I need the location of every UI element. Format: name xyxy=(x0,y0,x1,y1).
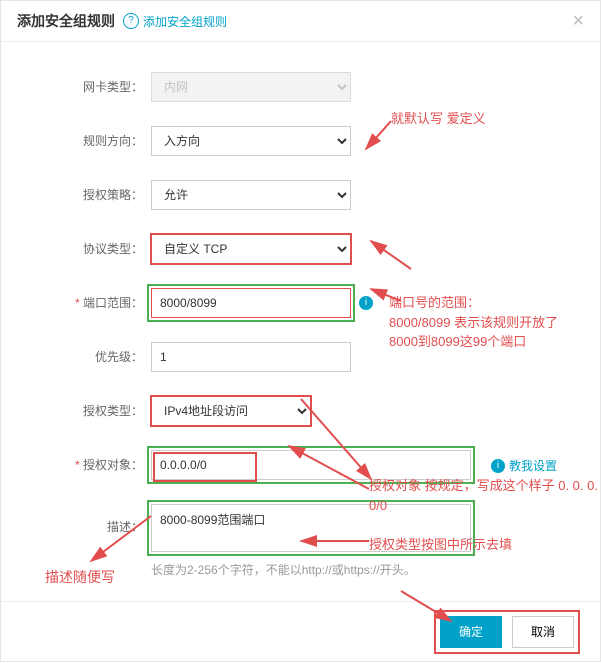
label-priority: 优先级： xyxy=(25,342,151,365)
info-icon: i xyxy=(491,459,505,473)
form: 网卡类型： 内网 规则方向： 入方向 授权策略： 允许 xyxy=(1,42,600,578)
select-policy[interactable]: 允许 xyxy=(151,180,351,210)
row-auth-target: 授权对象： i 教我设置 xyxy=(25,450,576,480)
label-auth-type: 授权类型： xyxy=(25,396,151,419)
row-nic-type: 网卡类型： 内网 xyxy=(25,72,576,102)
footer-highlight: 确定 取消 xyxy=(434,610,580,654)
label-policy: 授权策略： xyxy=(25,180,151,203)
row-protocol: 协议类型： 自定义 TCP xyxy=(25,234,576,264)
close-icon[interactable]: × xyxy=(572,11,584,31)
modal-header: 添加安全组规则 ? 添加安全组规则 × xyxy=(1,1,600,42)
textarea-description[interactable]: 8000-8099范围端口 xyxy=(151,504,471,552)
select-direction[interactable]: 入方向 xyxy=(151,126,351,156)
row-priority: 优先级： xyxy=(25,342,576,372)
input-port-range[interactable] xyxy=(151,288,351,318)
label-auth-target: 授权对象： xyxy=(25,450,151,473)
row-policy: 授权策略： 允许 xyxy=(25,180,576,210)
row-auth-type: 授权类型： IPv4地址段访问 xyxy=(25,396,576,426)
label-port-range: 端口范围： xyxy=(25,288,151,311)
label-direction: 规则方向： xyxy=(25,126,151,149)
label-description: 描述： xyxy=(25,504,151,535)
row-direction: 规则方向： 入方向 xyxy=(25,126,576,156)
ok-button[interactable]: 确定 xyxy=(440,616,502,648)
row-port-range: 端口范围： i xyxy=(25,288,576,318)
select-auth-type[interactable]: IPv4地址段访问 xyxy=(151,396,311,426)
help-icon: ? xyxy=(123,13,139,29)
select-protocol[interactable]: 自定义 TCP xyxy=(151,234,351,264)
input-auth-target[interactable] xyxy=(151,450,471,480)
description-hint: 长度为2-256个字符，不能以http://或https://开头。 xyxy=(151,561,471,578)
header-help-text: 添加安全组规则 xyxy=(143,13,227,30)
cancel-button[interactable]: 取消 xyxy=(512,616,574,648)
select-nic-type: 内网 xyxy=(151,72,351,102)
label-protocol: 协议类型： xyxy=(25,234,151,257)
info-icon[interactable]: i xyxy=(359,296,373,310)
row-description: 描述： 8000-8099范围端口 长度为2-256个字符，不能以http://… xyxy=(25,504,576,578)
modal-footer: 确定 取消 xyxy=(1,601,600,661)
header-help-link[interactable]: ? 添加安全组规则 xyxy=(123,13,227,30)
label-nic-type: 网卡类型： xyxy=(25,72,151,95)
modal-title: 添加安全组规则 xyxy=(17,11,115,31)
auth-target-help-link[interactable]: i 教我设置 xyxy=(483,457,557,474)
modal: 添加安全组规则 ? 添加安全组规则 × 网卡类型： 内网 规则方向： 入方向 xyxy=(0,0,601,662)
input-priority[interactable] xyxy=(151,342,351,372)
